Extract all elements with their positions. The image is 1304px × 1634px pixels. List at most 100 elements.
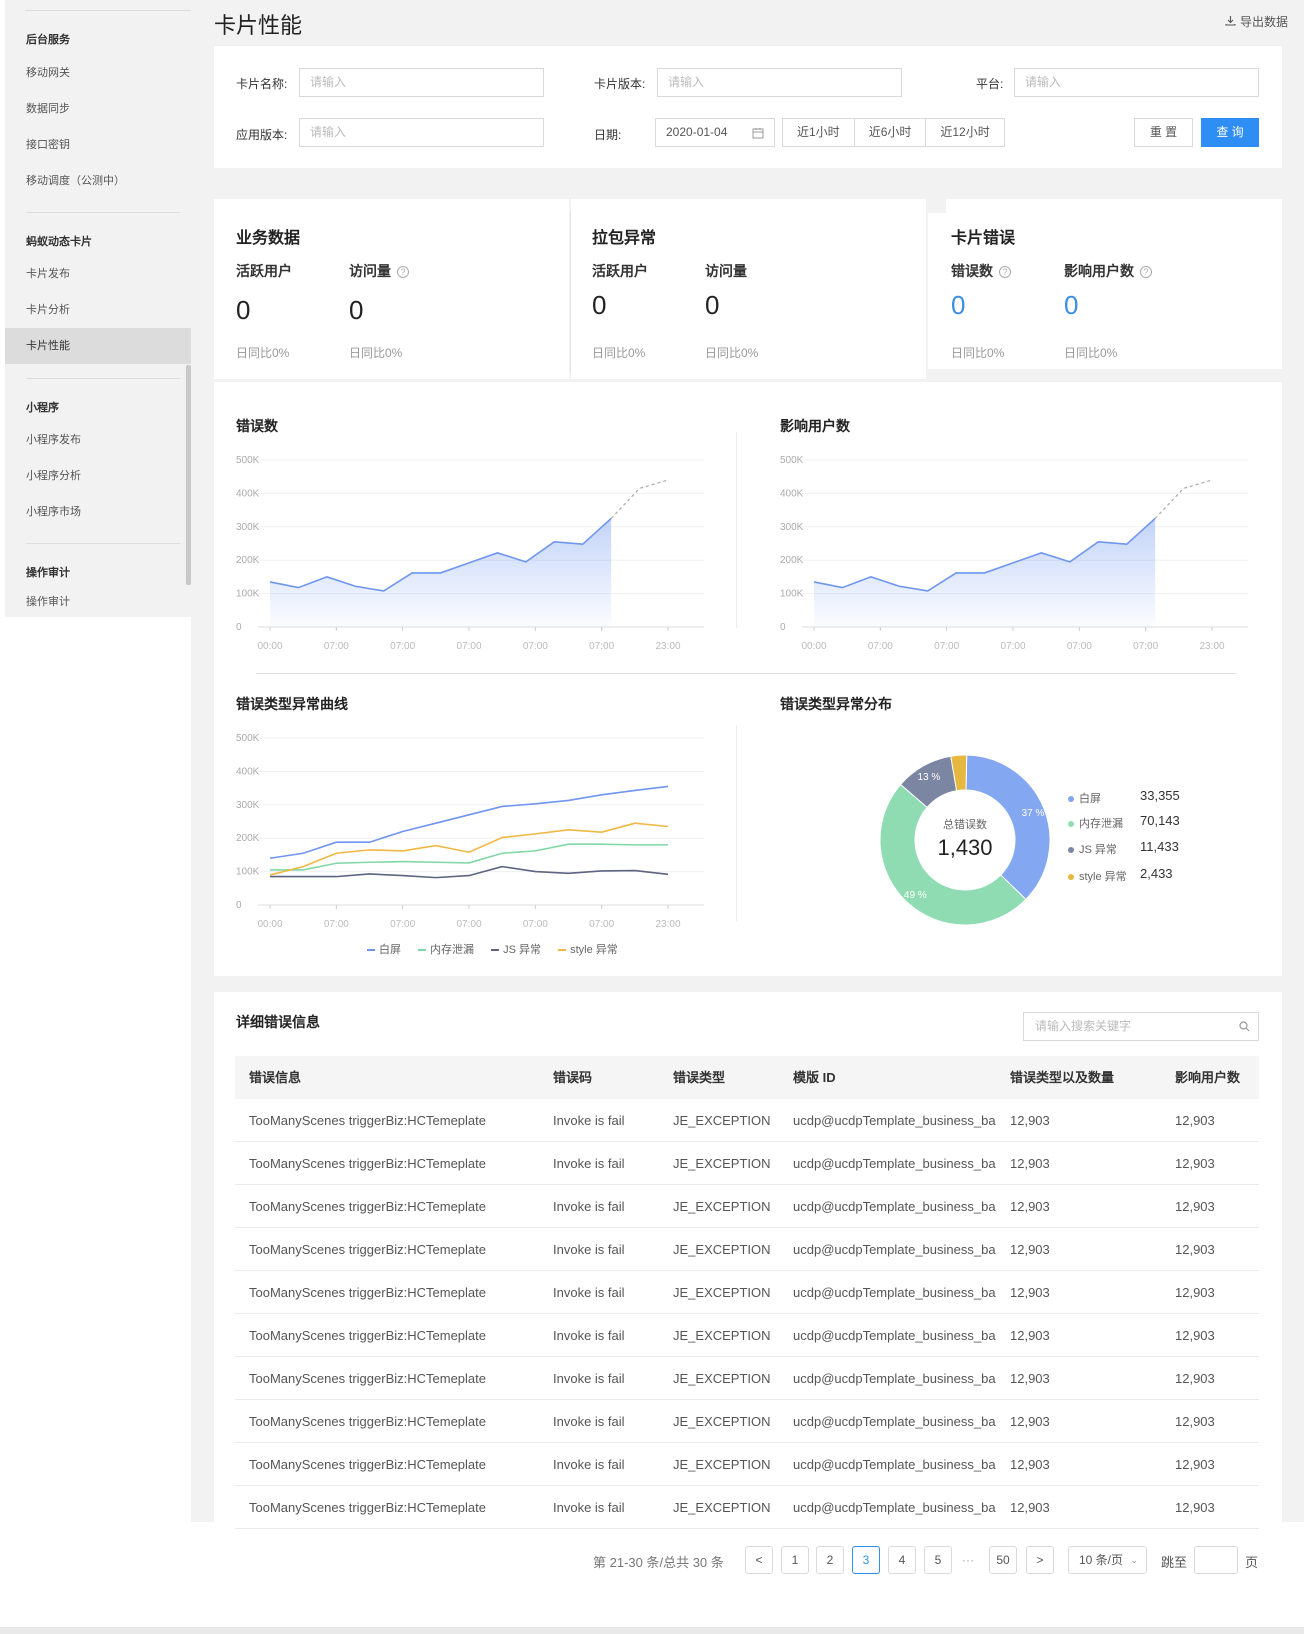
legend-item-js-error[interactable]: JS 异常 [491, 944, 541, 956]
x-tick-label: 07:00 [523, 641, 548, 652]
page-2-button[interactable]: 2 [816, 1546, 844, 1574]
card-name-input[interactable]: 请输入 [299, 68, 544, 97]
next-page-button[interactable]: > [1026, 1546, 1054, 1574]
page-1-button[interactable]: 1 [781, 1546, 809, 1574]
legend-item-memory-leak[interactable]: 内存泄漏 [418, 944, 474, 956]
table-cell: TooManyScenes triggerBiz:HCTemeplate [249, 1328, 486, 1343]
sidebar-item-mp-analysis[interactable]: 小程序分析 [5, 458, 191, 494]
prev-page-button[interactable]: < [745, 1546, 773, 1574]
app-version-input[interactable]: 请输入 [299, 118, 544, 147]
export-button[interactable]: 导出数据 [1225, 13, 1288, 30]
page-size-value: 10 条/页 [1079, 1553, 1124, 1567]
table-row[interactable]: TooManyScenes triggerBiz:HCTemeplate Invo… [235, 1314, 1259, 1357]
series-line [269, 785, 669, 860]
affected-users-chart: 0 100K 200K 300K 400K 500K 00:00 07:00 07:00 07:0… [780, 455, 1248, 652]
error-type-distribution-donut: 37 % 49 % 13 % 总错误数 1,430 [879, 754, 1051, 926]
x-tick-label: 23:00 [1199, 641, 1224, 652]
table-cell: JE_EXCEPTION [673, 1328, 771, 1343]
pie-legend-item-white-screen: 白屏 33,355 [1068, 788, 1180, 806]
column-header[interactable]: 错误类型以及数量 [1010, 1056, 1114, 1099]
column-header[interactable]: 模版 ID [793, 1056, 836, 1099]
column-header[interactable]: 错误类型 [673, 1056, 725, 1099]
sidebar: 后台服务 移动网关 数据同步 接口密钥 移动调度（公测中） 蚂蚁动态卡片 卡片发… [5, 0, 191, 617]
sidebar-item-mobile-gateway[interactable]: 移动网关 [5, 55, 191, 91]
page-4-button[interactable]: 4 [888, 1546, 916, 1574]
x-tick-label: 00:00 [257, 641, 282, 652]
platform-input[interactable]: 请输入 [1014, 68, 1259, 97]
column-header[interactable]: 影响用户数 [1175, 1056, 1240, 1099]
error-count-chart: 0 100K 200K 300K 400K 500K 00:00 07:00 07:00 07:0… [236, 455, 704, 652]
sidebar-item-data-sync[interactable]: 数据同步 [5, 91, 191, 127]
table-row[interactable]: TooManyScenes triggerBiz:HCTemeplate Invo… [235, 1185, 1259, 1228]
curve-legend: 白屏 内存泄漏 JS 异常 style 异常 [367, 941, 618, 957]
table-cell: ucdp@ucdpTemplate_business_ba [793, 1242, 996, 1257]
table-row[interactable]: TooManyScenes triggerBiz:HCTemeplate Invo… [235, 1400, 1259, 1443]
pie-legend-item-memory-leak: 内存泄漏 70,143 [1068, 813, 1180, 831]
table-cell: JE_EXCEPTION [673, 1371, 771, 1386]
table-row[interactable]: TooManyScenes triggerBiz:HCTemeplate Invo… [235, 1486, 1259, 1529]
help-icon[interactable]: ? [999, 266, 1011, 279]
table-cell: 12,903 [1010, 1285, 1050, 1300]
x-tick-label: 07:00 [589, 919, 614, 930]
table-cell: TooManyScenes triggerBiz:HCTemeplate [249, 1199, 486, 1214]
chart-divider [736, 432, 737, 628]
pagination-ellipsis[interactable]: ··· [962, 1553, 974, 1567]
table-cell: ucdp@ucdpTemplate_business_ba [793, 1414, 996, 1429]
table-cell: 12,903 [1010, 1199, 1050, 1214]
column-header[interactable]: 错误信息 [249, 1056, 301, 1099]
table-row[interactable]: TooManyScenes triggerBiz:HCTemeplate Invo… [235, 1443, 1259, 1486]
table-cell: 12,903 [1010, 1457, 1050, 1472]
sidebar-item-mp-market[interactable]: 小程序市场 [5, 494, 191, 530]
page-size-select[interactable]: 10 条/页 ⌄ [1068, 1546, 1147, 1574]
legend-item-style-error[interactable]: style 异常 [558, 944, 618, 956]
page-50-button[interactable]: 50 [989, 1546, 1017, 1574]
table-cell: JE_EXCEPTION [673, 1500, 771, 1515]
help-icon[interactable]: ? [397, 266, 409, 279]
table-row[interactable]: TooManyScenes triggerBiz:HCTemeplate Invo… [235, 1142, 1259, 1185]
range-6h-button[interactable]: 近6小时 [855, 119, 927, 146]
y-tick-label: 100K [236, 867, 260, 878]
table-cell: 12,903 [1175, 1328, 1215, 1343]
sidebar-item-api-keys[interactable]: 接口密钥 [5, 127, 191, 163]
reset-button[interactable]: 重 置 [1134, 118, 1193, 147]
slice-percent-label: 37 % [1022, 808, 1045, 819]
table-cell: Invoke is fail [553, 1414, 625, 1429]
range-12h-button[interactable]: 近12小时 [926, 119, 1003, 146]
table-cell: Invoke is fail [553, 1199, 625, 1214]
search-input[interactable]: 请输入搜索关键字 [1023, 1012, 1259, 1041]
sidebar-item-mobile-dispatch[interactable]: 移动调度（公测中） [5, 163, 191, 199]
packet-active-users-label: 活跃用户 [592, 263, 648, 279]
help-icon[interactable]: ? [1140, 266, 1152, 279]
legend-item-white-screen[interactable]: 白屏 [367, 944, 401, 956]
jump-page-input[interactable] [1194, 1546, 1238, 1574]
legend-label: 内存泄漏 [430, 944, 475, 956]
y-tick-label: 400K [236, 488, 260, 499]
time-range-selector: 近1小时 近6小时 近12小时 [782, 118, 1005, 147]
table-cell: 12,903 [1175, 1414, 1215, 1429]
affected-users-sub: 日同比0% [1064, 346, 1118, 360]
sidebar-item-card-publish[interactable]: 卡片发布 [5, 256, 191, 292]
table-row[interactable]: TooManyScenes triggerBiz:HCTemeplate Invo… [235, 1099, 1259, 1142]
x-tick-label: 07:00 [868, 641, 893, 652]
table-row[interactable]: TooManyScenes triggerBiz:HCTemeplate Invo… [235, 1228, 1259, 1271]
date-picker[interactable]: 2020-01-04 [655, 118, 775, 147]
table-cell: 12,903 [1010, 1328, 1050, 1343]
page-5-button[interactable]: 5 [924, 1546, 952, 1574]
search-icon[interactable] [1239, 1013, 1250, 1040]
table-cell: Invoke is fail [553, 1156, 625, 1171]
y-tick-label: 400K [236, 766, 260, 777]
sidebar-item-audit[interactable]: 操作审计 [5, 587, 191, 617]
sidebar-item-card-analysis[interactable]: 卡片分析 [5, 292, 191, 328]
page-3-button[interactable]: 3 [852, 1546, 880, 1574]
table-row[interactable]: TooManyScenes triggerBiz:HCTemeplate Invo… [235, 1357, 1259, 1400]
range-1h-button[interactable]: 近1小时 [783, 119, 855, 146]
card-version-input[interactable]: 请输入 [657, 68, 902, 97]
column-header[interactable]: 错误码 [553, 1056, 592, 1099]
packet-visits-sub: 日同比0% [705, 346, 759, 360]
query-button[interactable]: 查 询 [1201, 118, 1259, 147]
donut-center-value: 1,430 [937, 835, 992, 860]
table-row[interactable]: TooManyScenes triggerBiz:HCTemeplate Invo… [235, 1271, 1259, 1314]
legend-label: 白屏 [379, 944, 401, 956]
sidebar-item-mp-publish[interactable]: 小程序发布 [5, 422, 191, 458]
sidebar-item-card-performance[interactable]: 卡片性能 [5, 328, 191, 364]
